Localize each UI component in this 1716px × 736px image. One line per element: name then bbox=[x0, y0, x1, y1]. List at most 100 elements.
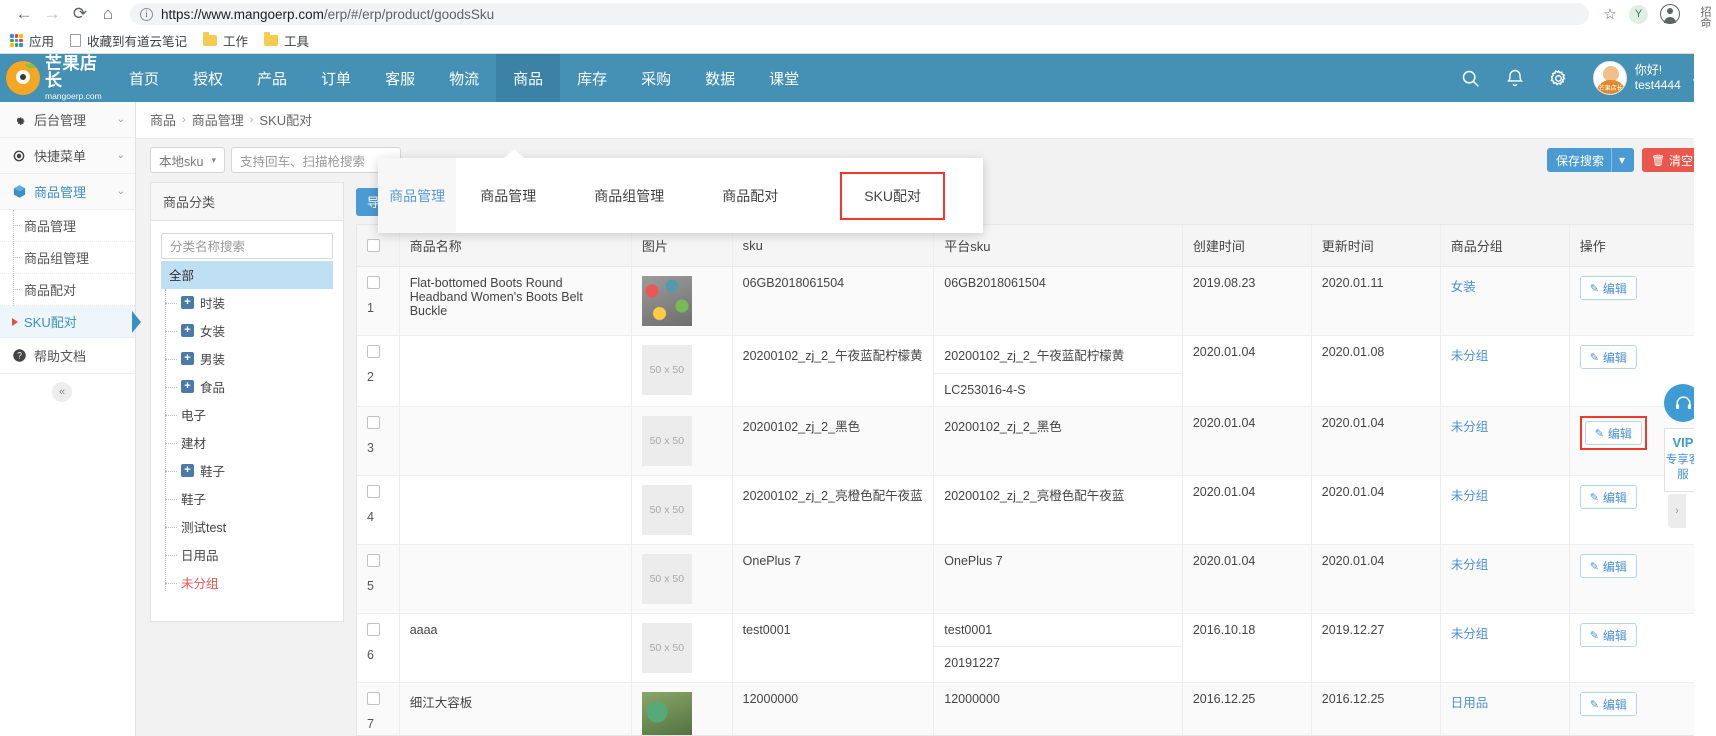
category-item-9[interactable]: 测试test bbox=[161, 513, 333, 541]
table-row[interactable]: 4 50 x 50 20200102_zj_2_亮橙色配午夜蓝 20200102_zj… bbox=[357, 475, 1702, 546]
bookmark-tools[interactable]: 工具 bbox=[264, 31, 309, 50]
nav-item-4[interactable]: 客服 bbox=[368, 54, 432, 102]
category-item-3[interactable]: + 男装 bbox=[161, 345, 333, 373]
bell-icon[interactable] bbox=[1493, 54, 1537, 102]
category-search-input[interactable]: 分类名称搜索 bbox=[161, 232, 333, 259]
expand-icon[interactable]: + bbox=[181, 324, 194, 338]
nav-item-7[interactable]: 库存 bbox=[560, 54, 624, 102]
sidebar-item-2[interactable]: 商品配对 bbox=[0, 274, 135, 306]
site-info-icon[interactable]: i bbox=[140, 7, 153, 21]
category-item-10[interactable]: 日用品 bbox=[161, 541, 333, 569]
search-icon[interactable] bbox=[1449, 54, 1493, 102]
expand-icon[interactable]: + bbox=[181, 352, 194, 366]
nav-item-5[interactable]: 物流 bbox=[432, 54, 496, 102]
edit-button[interactable]: ✎ 编辑 bbox=[1579, 623, 1637, 648]
search-input[interactable]: 支持回车、扫描枪搜索 bbox=[230, 147, 401, 174]
save-search-button[interactable]: 保存搜索 ▾ bbox=[1547, 148, 1635, 173]
table-row[interactable]: 7 细江大容板 12000000 12000000 2016.12.25 2016.12.… bbox=[357, 682, 1702, 735]
product-group-link[interactable]: 女装 bbox=[1451, 280, 1476, 294]
sidebar-group-help[interactable]: ? 帮助文档 bbox=[0, 338, 135, 374]
sidebar-group-quickmenu[interactable]: 快捷菜单 ⌄ bbox=[0, 138, 135, 174]
row-checkbox[interactable] bbox=[367, 485, 380, 499]
category-item-5[interactable]: 电子 bbox=[161, 401, 333, 429]
brand-logo[interactable]: 芒果店长 mangoerp.com bbox=[0, 54, 112, 102]
category-item-6[interactable]: 建材 bbox=[161, 429, 333, 457]
expand-icon[interactable]: + bbox=[181, 464, 194, 478]
nav-item-6[interactable]: 商品 bbox=[496, 54, 561, 102]
expand-icon[interactable]: + bbox=[181, 380, 194, 394]
nav-item-8[interactable]: 采购 bbox=[624, 54, 688, 102]
mega-menu-item-3[interactable]: SKU配对 bbox=[840, 171, 945, 220]
row-checkbox[interactable] bbox=[367, 276, 380, 290]
extension-icon[interactable]: Y bbox=[1629, 4, 1648, 24]
chevron-down-icon[interactable]: ⌄ bbox=[117, 150, 125, 161]
category-item-0[interactable]: 全部 bbox=[161, 260, 333, 289]
bookmark-apps[interactable]: 应用 bbox=[10, 31, 54, 50]
edit-button[interactable]: ✎ 编辑 bbox=[1584, 421, 1642, 446]
sidebar-item-3[interactable]: SKU配对 bbox=[0, 306, 141, 338]
mega-menu-item-2[interactable]: 商品配对 bbox=[712, 182, 788, 210]
address-bar[interactable]: i https://www.mangoerp.com/erp/#/erp/pro… bbox=[130, 3, 1589, 25]
bookmark-youdao[interactable]: 收藏到有道云笔记 bbox=[70, 31, 187, 50]
mega-menu-title[interactable]: 商品管理 bbox=[378, 158, 457, 233]
product-group-link[interactable]: 未分组 bbox=[1451, 349, 1489, 363]
expand-icon[interactable]: + bbox=[181, 296, 194, 310]
panel-collapse-arrow[interactable]: › bbox=[1668, 494, 1686, 528]
nav-item-1[interactable]: 授权 bbox=[176, 54, 240, 102]
table-row[interactable]: 1 Flat-bottomed Boots Round Headband Wome… bbox=[357, 266, 1702, 337]
sidebar-group-product[interactable]: 商品管理 ⌄ bbox=[0, 174, 135, 210]
nav-item-10[interactable]: 课堂 bbox=[752, 54, 816, 102]
category-item-2[interactable]: + 女装 bbox=[161, 317, 333, 345]
table-row[interactable]: 2 50 x 50 20200102_zj_2_午夜蓝配柠檬黄 20200102_zj… bbox=[357, 335, 1702, 408]
product-group-link[interactable]: 未分组 bbox=[1451, 489, 1489, 503]
row-checkbox[interactable] bbox=[367, 416, 380, 430]
category-item-4[interactable]: + 食品 bbox=[161, 373, 333, 401]
nav-item-9[interactable]: 数据 bbox=[688, 54, 752, 102]
nav-item-0[interactable]: 首页 bbox=[112, 54, 176, 102]
category-item-11[interactable]: 未分组 bbox=[161, 569, 333, 597]
sidebar-item-1[interactable]: 商品组管理 bbox=[0, 242, 135, 274]
edit-button[interactable]: ✎ 编辑 bbox=[1579, 554, 1637, 579]
breadcrumb-item-2[interactable]: SKU配对 bbox=[259, 110, 312, 129]
edit-button[interactable]: ✎ 编辑 bbox=[1579, 692, 1637, 717]
product-group-link[interactable]: 未分组 bbox=[1451, 420, 1489, 434]
row-checkbox[interactable] bbox=[367, 623, 380, 637]
home-button[interactable]: ⌂ bbox=[94, 0, 122, 28]
chevron-down-icon[interactable]: ▾ bbox=[1619, 153, 1625, 167]
select-all-checkbox[interactable] bbox=[367, 238, 380, 252]
category-item-8[interactable]: 鞋子 bbox=[161, 485, 333, 513]
table-row[interactable]: 6 aaaa 50 x 50 test0001 test0001 20191227 2016… bbox=[357, 613, 1702, 684]
gear-icon[interactable] bbox=[1537, 54, 1581, 102]
bookmark-work[interactable]: 工作 bbox=[203, 31, 248, 50]
sidebar-item-0[interactable]: 商品管理 bbox=[0, 210, 135, 242]
table-row[interactable]: 5 50 x 50 OnePlus 7 OnePlus 7 2020.01.04 2020… bbox=[357, 544, 1702, 615]
breadcrumb-item-1[interactable]: 商品管理 bbox=[192, 110, 244, 129]
product-group-link[interactable]: 未分组 bbox=[1451, 558, 1489, 572]
back-button[interactable]: ← bbox=[10, 0, 38, 28]
chevron-down-icon[interactable]: ⌄ bbox=[117, 186, 125, 197]
row-checkbox[interactable] bbox=[367, 554, 380, 568]
product-group-link[interactable]: 未分组 bbox=[1451, 627, 1489, 641]
row-checkbox[interactable] bbox=[367, 692, 380, 706]
reload-button[interactable]: ⟳ bbox=[66, 0, 94, 28]
bookmark-star-icon[interactable]: ☆ bbox=[1597, 5, 1623, 23]
mega-menu-item-0[interactable]: 商品管理 bbox=[470, 182, 546, 210]
forward-button[interactable]: → bbox=[38, 0, 66, 28]
row-checkbox[interactable] bbox=[367, 345, 380, 359]
edit-button[interactable]: ✎ 编辑 bbox=[1579, 485, 1637, 510]
profile-avatar-icon[interactable] bbox=[1660, 4, 1680, 24]
category-item-1[interactable]: + 时装 bbox=[161, 289, 333, 317]
breadcrumb-item-0[interactable]: 商品 bbox=[150, 110, 176, 129]
sku-type-select[interactable]: 本地sku ▾ bbox=[150, 147, 225, 174]
sidebar-collapse-button[interactable]: « bbox=[52, 382, 72, 402]
edit-button[interactable]: ✎ 编辑 bbox=[1579, 276, 1637, 301]
mega-menu-item-1[interactable]: 商品组管理 bbox=[584, 182, 674, 210]
chevron-down-icon[interactable]: ⌄ bbox=[117, 114, 125, 125]
user-menu[interactable]: 芒果店长 你好! test4444 ⌄ bbox=[1592, 61, 1700, 95]
category-item-7[interactable]: + 鞋子 bbox=[161, 457, 333, 485]
nav-item-2[interactable]: 产品 bbox=[240, 54, 304, 102]
table-row[interactable]: 3 50 x 50 20200102_zj_2_黑色 20200102_zj_2_黑色… bbox=[357, 406, 1702, 477]
edit-button[interactable]: ✎ 编辑 bbox=[1579, 345, 1637, 370]
nav-item-3[interactable]: 订单 bbox=[304, 54, 368, 102]
product-group-link[interactable]: 日用品 bbox=[1451, 696, 1489, 710]
